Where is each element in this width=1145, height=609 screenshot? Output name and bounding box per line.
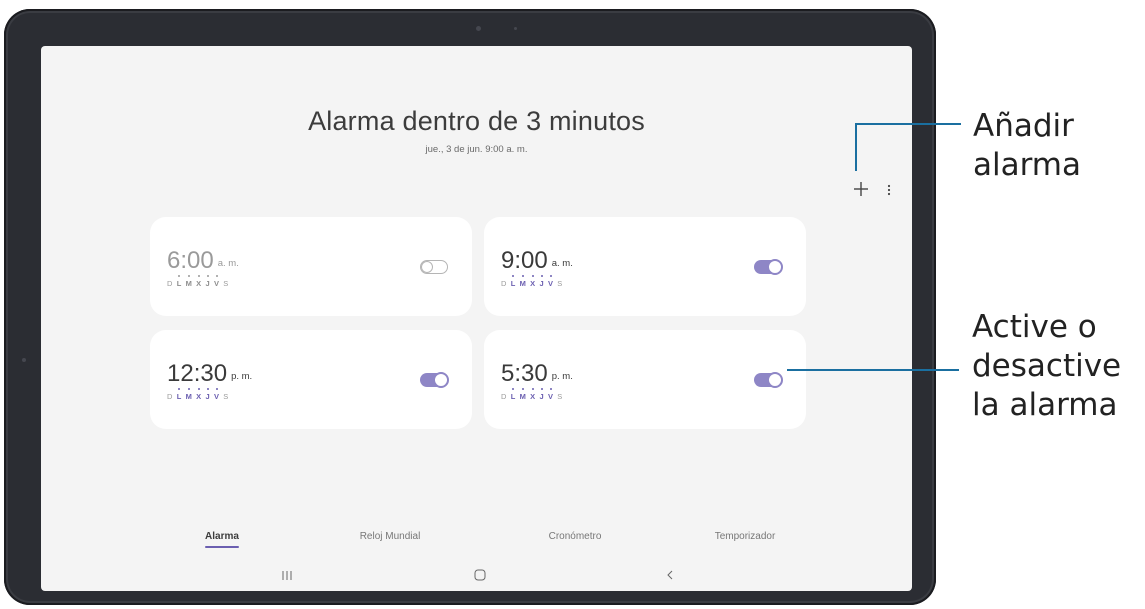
day-letter: X xyxy=(530,275,536,288)
alarm-card[interactable]: 9:00 a. m. DLMXJVS xyxy=(484,217,806,316)
alarm-toggle[interactable] xyxy=(754,372,783,388)
alarm-time: 5:30 p. m. xyxy=(501,360,573,387)
more-vert-icon[interactable] xyxy=(886,182,892,198)
alarm-card[interactable]: 12:30 p. m. DLMXJVS xyxy=(150,330,472,429)
day-letter: J xyxy=(539,275,544,288)
day-letter: L xyxy=(176,275,182,288)
alarm-days: DLMXJVS xyxy=(501,275,563,288)
alarm-card[interactable]: 5:30 p. m. DLMXJVS xyxy=(484,330,806,429)
day-letter: S xyxy=(223,392,229,401)
tab-temporizador[interactable]: Temporizador xyxy=(680,531,810,542)
alarm-toggle[interactable] xyxy=(754,259,783,275)
day-letter: J xyxy=(205,388,210,401)
alarm-days: DLMXJVS xyxy=(167,275,229,288)
callout-line-add-vertical xyxy=(855,123,857,171)
day-letter: M xyxy=(185,275,193,288)
tab-cronometro[interactable]: Cronómetro xyxy=(510,531,640,542)
alarm-toggle[interactable] xyxy=(420,260,448,274)
camera-icon xyxy=(476,26,481,31)
sensor-icon xyxy=(514,27,517,30)
day-letter: L xyxy=(176,388,182,401)
day-letter: V xyxy=(547,388,554,401)
day-letter: V xyxy=(213,388,220,401)
alarm-time: 9:00 a. m. xyxy=(501,247,573,274)
callout-add-alarm: Añadir alarma xyxy=(973,108,1082,183)
day-letter: V xyxy=(547,275,554,288)
clock-app-screen: Alarma dentro de 3 minutos jue., 3 de ju… xyxy=(41,46,912,591)
plus-icon[interactable] xyxy=(853,181,869,197)
page-title: Alarma dentro de 3 minutos xyxy=(308,106,645,136)
day-letter: L xyxy=(510,388,516,401)
day-letter: L xyxy=(510,275,516,288)
day-letter: X xyxy=(196,275,202,288)
alarm-days: DLMXJVS xyxy=(167,388,229,401)
active-tab-indicator xyxy=(205,546,239,548)
day-letter: M xyxy=(519,388,527,401)
next-alarm-date: jue., 3 de jun. 9:00 a. m. xyxy=(425,144,528,155)
day-letter: S xyxy=(223,279,229,288)
day-letter: D xyxy=(167,279,173,288)
day-letter: J xyxy=(205,275,210,288)
alarm-toggle[interactable] xyxy=(420,372,449,388)
day-letter: X xyxy=(196,388,202,401)
alarm-card[interactable]: 6:00 a. m. DLMXJVS xyxy=(150,217,472,316)
day-letter: M xyxy=(185,388,193,401)
callout-line-toggle xyxy=(787,369,959,371)
day-letter: V xyxy=(213,275,220,288)
alarm-time: 12:30 p. m. xyxy=(167,360,253,387)
tab-alarma[interactable]: Alarma xyxy=(157,531,287,542)
alarm-days: DLMXJVS xyxy=(501,388,563,401)
day-letter: S xyxy=(557,392,563,401)
day-letter: D xyxy=(501,392,507,401)
day-letter: J xyxy=(539,388,544,401)
callout-line-add xyxy=(855,123,961,125)
recents-icon[interactable] xyxy=(278,568,296,582)
back-icon[interactable] xyxy=(661,568,679,582)
day-letter: S xyxy=(557,279,563,288)
alarm-time: 6:00 a. m. xyxy=(167,247,239,274)
side-sensor-icon xyxy=(22,358,26,362)
tab-reloj-mundial[interactable]: Reloj Mundial xyxy=(325,531,455,542)
day-letter: X xyxy=(530,388,536,401)
day-letter: D xyxy=(501,279,507,288)
home-icon[interactable] xyxy=(471,568,489,582)
callout-toggle-alarm: Active o desactive la alarma xyxy=(972,309,1122,423)
day-letter: D xyxy=(167,392,173,401)
tablet-device: Alarma dentro de 3 minutos jue., 3 de ju… xyxy=(4,9,936,605)
day-letter: M xyxy=(519,275,527,288)
